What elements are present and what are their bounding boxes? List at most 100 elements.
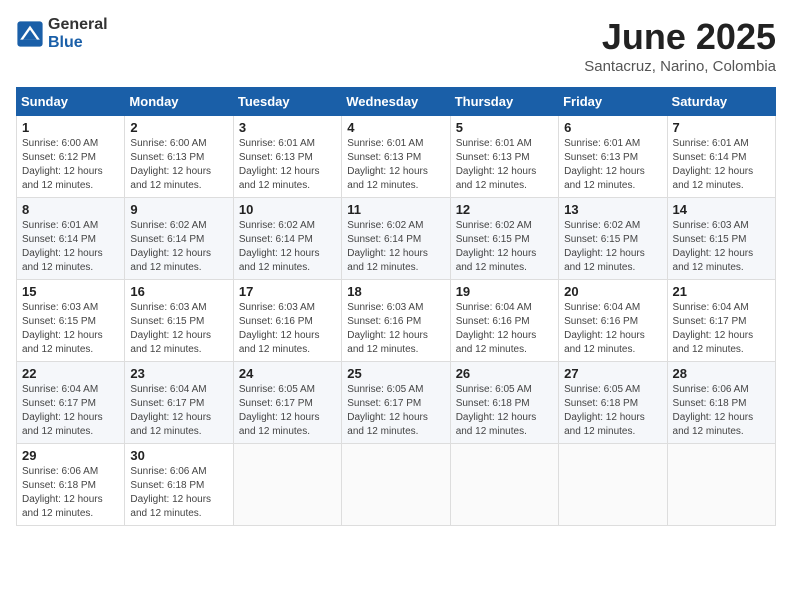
day-info: Sunrise: 6:04 AMSunset: 6:17 PMDaylight:…: [130, 383, 227, 439]
day-info: Sunrise: 6:01 AMSunset: 6:14 PMDaylight:…: [22, 219, 119, 275]
calendar-cell: 23Sunrise: 6:04 AMSunset: 6:17 PMDayligh…: [125, 362, 233, 444]
calendar-cell: 21 Sunrise: 6:04 AMSunset: 6:17 PMDayligh…: [667, 280, 775, 362]
day-number: 25: [347, 366, 444, 381]
calendar-week-2: 8Sunrise: 6:01 AMSunset: 6:14 PMDaylight…: [17, 198, 776, 280]
day-number: 16: [130, 284, 227, 299]
calendar-cell: 22 Sunrise: 6:04 AMSunset: 6:17 PMDayligh…: [17, 362, 125, 444]
day-number: 18: [347, 284, 444, 299]
day-info: Sunrise: 6:00 AMSunset: 6:12 PMDaylight:…: [22, 137, 119, 193]
day-number: 6: [564, 120, 661, 135]
day-number: 7: [673, 120, 770, 135]
calendar-week-1: 1 Sunrise: 6:00 AMSunset: 6:12 PMDaylight…: [17, 116, 776, 198]
calendar-cell: 18 Sunrise: 6:03 AMSunset: 6:16 PMDayligh…: [342, 280, 450, 362]
calendar-cell: 4 Sunrise: 6:01 AMSunset: 6:13 PMDaylight…: [342, 116, 450, 198]
calendar-week-5: 29 Sunrise: 6:06 AMSunset: 6:18 PMDayligh…: [17, 444, 776, 526]
day-info: Sunrise: 6:03 AMSunset: 6:15 PMDaylight:…: [22, 301, 119, 357]
day-number: 26: [456, 366, 553, 381]
page-header: General Blue June 2025 Santacruz, Narino…: [16, 16, 776, 75]
calendar-cell: 14Sunrise: 6:03 AMSunset: 6:15 PMDayligh…: [667, 198, 775, 280]
day-number: 17: [239, 284, 336, 299]
day-number: 5: [456, 120, 553, 135]
day-info: Sunrise: 6:01 AMSunset: 6:13 PMDaylight:…: [347, 137, 444, 193]
calendar-cell: 5 Sunrise: 6:01 AMSunset: 6:13 PMDaylight…: [450, 116, 558, 198]
calendar-cell: 9 Sunrise: 6:02 AMSunset: 6:14 PMDaylight…: [125, 198, 233, 280]
calendar-cell: [233, 444, 341, 526]
weekday-header-row: SundayMondayTuesdayWednesdayThursdayFrid…: [17, 88, 776, 116]
logo: General Blue: [16, 16, 108, 51]
weekday-header-friday: Friday: [559, 88, 667, 116]
day-info: Sunrise: 6:04 AMSunset: 6:17 PMDaylight:…: [673, 301, 770, 357]
day-info: Sunrise: 6:05 AMSunset: 6:18 PMDaylight:…: [456, 383, 553, 439]
calendar-week-4: 22 Sunrise: 6:04 AMSunset: 6:17 PMDayligh…: [17, 362, 776, 444]
day-info: Sunrise: 6:04 AMSunset: 6:16 PMDaylight:…: [456, 301, 553, 357]
weekday-header-tuesday: Tuesday: [233, 88, 341, 116]
logo-text: General Blue: [48, 16, 108, 51]
day-info: Sunrise: 6:01 AMSunset: 6:13 PMDaylight:…: [564, 137, 661, 193]
day-info: Sunrise: 6:03 AMSunset: 6:16 PMDaylight:…: [347, 301, 444, 357]
day-number: 9: [130, 202, 227, 217]
calendar-cell: 25 Sunrise: 6:05 AMSunset: 6:17 PMDayligh…: [342, 362, 450, 444]
day-number: 22: [22, 366, 119, 381]
weekday-header-saturday: Saturday: [667, 88, 775, 116]
day-number: 24: [239, 366, 336, 381]
day-number: 19: [456, 284, 553, 299]
day-number: 20: [564, 284, 661, 299]
calendar-cell: 11Sunrise: 6:02 AMSunset: 6:14 PMDayligh…: [342, 198, 450, 280]
location-title: Santacruz, Narino, Colombia: [584, 58, 776, 75]
day-info: Sunrise: 6:05 AMSunset: 6:18 PMDaylight:…: [564, 383, 661, 439]
day-number: 4: [347, 120, 444, 135]
weekday-header-sunday: Sunday: [17, 88, 125, 116]
logo-general: General: [48, 16, 108, 33]
calendar-cell: 3 Sunrise: 6:01 AMSunset: 6:13 PMDaylight…: [233, 116, 341, 198]
calendar-cell: 16 Sunrise: 6:03 AMSunset: 6:15 PMDayligh…: [125, 280, 233, 362]
calendar-cell: 1 Sunrise: 6:00 AMSunset: 6:12 PMDaylight…: [17, 116, 125, 198]
day-info: Sunrise: 6:05 AMSunset: 6:17 PMDaylight:…: [347, 383, 444, 439]
day-number: 21: [673, 284, 770, 299]
day-info: Sunrise: 6:01 AMSunset: 6:13 PMDaylight:…: [456, 137, 553, 193]
calendar-cell: 29 Sunrise: 6:06 AMSunset: 6:18 PMDayligh…: [17, 444, 125, 526]
calendar-week-3: 15 Sunrise: 6:03 AMSunset: 6:15 PMDayligh…: [17, 280, 776, 362]
day-number: 27: [564, 366, 661, 381]
calendar-cell: 12Sunrise: 6:02 AMSunset: 6:15 PMDayligh…: [450, 198, 558, 280]
day-number: 2: [130, 120, 227, 135]
calendar-cell: 30 Sunrise: 6:06 AMSunset: 6:18 PMDayligh…: [125, 444, 233, 526]
day-number: 28: [673, 366, 770, 381]
day-info: Sunrise: 6:02 AMSunset: 6:15 PMDaylight:…: [456, 219, 553, 275]
day-info: Sunrise: 6:04 AMSunset: 6:17 PMDaylight:…: [22, 383, 119, 439]
day-info: Sunrise: 6:01 AMSunset: 6:13 PMDaylight:…: [239, 137, 336, 193]
day-number: 29: [22, 448, 119, 463]
day-number: 11: [347, 202, 444, 217]
day-info: Sunrise: 6:04 AMSunset: 6:16 PMDaylight:…: [564, 301, 661, 357]
calendar-cell: 20 Sunrise: 6:04 AMSunset: 6:16 PMDayligh…: [559, 280, 667, 362]
day-info: Sunrise: 6:03 AMSunset: 6:15 PMDaylight:…: [130, 301, 227, 357]
calendar-cell: 13Sunrise: 6:02 AMSunset: 6:15 PMDayligh…: [559, 198, 667, 280]
logo-blue: Blue: [48, 34, 83, 51]
day-number: 13: [564, 202, 661, 217]
calendar-cell: [450, 444, 558, 526]
calendar-cell: 10Sunrise: 6:02 AMSunset: 6:14 PMDayligh…: [233, 198, 341, 280]
calendar-cell: 28 Sunrise: 6:06 AMSunset: 6:18 PMDayligh…: [667, 362, 775, 444]
weekday-header-thursday: Thursday: [450, 88, 558, 116]
day-info: Sunrise: 6:00 AMSunset: 6:13 PMDaylight:…: [130, 137, 227, 193]
calendar-cell: 2 Sunrise: 6:00 AMSunset: 6:13 PMDaylight…: [125, 116, 233, 198]
weekday-header-wednesday: Wednesday: [342, 88, 450, 116]
calendar: SundayMondayTuesdayWednesdayThursdayFrid…: [16, 87, 776, 526]
day-info: Sunrise: 6:02 AMSunset: 6:14 PMDaylight:…: [130, 219, 227, 275]
calendar-cell: [667, 444, 775, 526]
calendar-cell: 24 Sunrise: 6:05 AMSunset: 6:17 PMDayligh…: [233, 362, 341, 444]
day-info: Sunrise: 6:06 AMSunset: 6:18 PMDaylight:…: [130, 465, 227, 521]
calendar-cell: 8Sunrise: 6:01 AMSunset: 6:14 PMDaylight…: [17, 198, 125, 280]
day-info: Sunrise: 6:06 AMSunset: 6:18 PMDaylight:…: [22, 465, 119, 521]
calendar-cell: 15 Sunrise: 6:03 AMSunset: 6:15 PMDayligh…: [17, 280, 125, 362]
calendar-cell: 26 Sunrise: 6:05 AMSunset: 6:18 PMDayligh…: [450, 362, 558, 444]
calendar-cell: [342, 444, 450, 526]
day-number: 14: [673, 202, 770, 217]
day-number: 15: [22, 284, 119, 299]
day-number: 1: [22, 120, 119, 135]
day-info: Sunrise: 6:06 AMSunset: 6:18 PMDaylight:…: [673, 383, 770, 439]
day-info: Sunrise: 6:05 AMSunset: 6:17 PMDaylight:…: [239, 383, 336, 439]
calendar-cell: [559, 444, 667, 526]
day-number: 3: [239, 120, 336, 135]
calendar-cell: 19 Sunrise: 6:04 AMSunset: 6:16 PMDayligh…: [450, 280, 558, 362]
day-number: 30: [130, 448, 227, 463]
